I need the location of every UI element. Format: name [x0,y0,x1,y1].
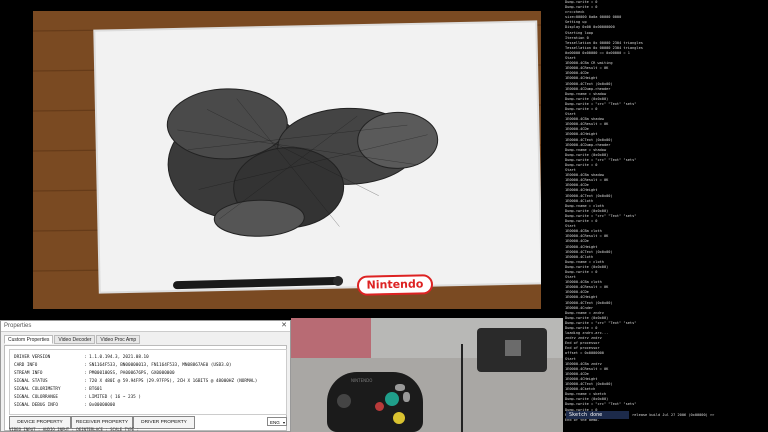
pen-cap [333,276,343,286]
device-info-box: DRIVER VERSION: 1.1.0.194.3, 2021.08.10 … [9,349,287,415]
window-title: Properties [4,323,32,329]
webcam-view: NINTENDO [291,318,563,432]
info-row: SIGNAL COLORRANGE: LIMITED ( 16 ~ 235 ) [14,395,141,400]
properties-window: Properties ✕ Custom Properties Video Dec… [0,320,291,432]
driver-property-button[interactable]: DRIVER PROPERTY [133,416,195,429]
control-stick-icon [337,394,351,408]
close-icon[interactable]: ✕ [281,321,287,331]
b-button-icon [375,402,384,411]
c-stick-icon [393,412,405,424]
info-row: SIGNAL DEBUG INFO: 0x00000000 [14,403,116,408]
tab-video-proc-amp[interactable]: Video Proc Amp [96,335,141,344]
console-status-bar: Sketch done [566,411,629,419]
custom-properties-panel: DRIVER VERSION: 1.1.0.194.3, 2021.08.10 … [4,345,287,431]
game-scene: Nintendo [33,11,541,309]
sketch-drawing [166,88,439,237]
nintendo-logo: Nintendo [356,274,434,296]
background-object [291,318,371,358]
a-button-icon [385,392,399,406]
info-row: SIGNAL COLORIMETRY: BT601 [14,387,103,392]
input-settings-row: VIDEO INPUT : AUDIO INPUT : DEINTERLACE … [9,427,140,432]
console-log[interactable]: Dump->write = 0 Dump->write = 0 crc=check s… [563,0,768,432]
cable [461,344,463,432]
chevron-down-icon: ▾ [282,420,285,425]
controller-brand: NINTENDO [351,378,373,383]
window-titlebar: Properties ✕ [1,321,290,332]
game-capture-view: Nintendo [0,0,563,318]
info-row: DRIVER VERSION: 1.1.0.194.3, 2021.08.10 [14,355,149,360]
info-row: CARD INFO: SN1164F533, BN00000013, FN116… [14,363,232,368]
tab-bar: Custom Properties Video Decoder Video Pr… [4,335,141,344]
y-button-icon [395,384,405,391]
tab-custom-properties[interactable]: Custom Properties [4,335,54,344]
info-row: SIGNAL STATUS: 720 X 480I @ 59.94FPS (29… [14,379,258,384]
chip [505,340,521,356]
info-row: STREAM INFO: PM000100SS, PA000676PS, GX0… [14,371,175,376]
language-select[interactable]: ENG ▾ [267,417,287,426]
tab-video-decoder[interactable]: Video Decoder [54,335,96,344]
drawing-paper [95,22,541,292]
language-value: ENG [270,420,280,425]
x-button-icon [403,392,410,402]
